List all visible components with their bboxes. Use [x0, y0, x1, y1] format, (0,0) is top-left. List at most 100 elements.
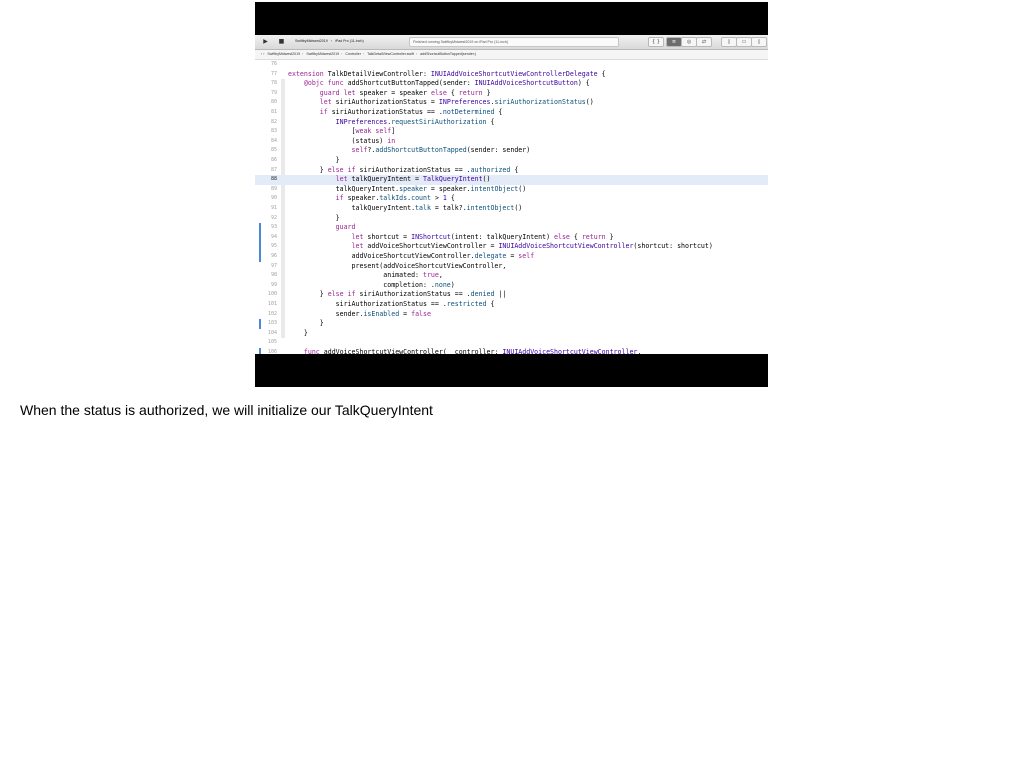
- line-number: 84: [270, 137, 277, 144]
- play-icon[interactable]: ▶: [261, 37, 270, 46]
- code-line[interactable]: 85 self?.addShortcutButtonTapped(sender:…: [255, 146, 768, 156]
- source-editor[interactable]: 76 77 extension TalkDetailViewController: …: [255, 60, 768, 354]
- code-line[interactable]: 106 func addVoiceShortcutViewController(…: [255, 348, 768, 354]
- line-number: 81: [270, 109, 277, 115]
- code-line[interactable]: 83 [weak self]: [255, 127, 768, 137]
- code-line[interactable]: 79 guard let speaker = speaker else { re…: [255, 89, 768, 99]
- code-line[interactable]: 84 (status) in: [255, 137, 768, 147]
- code-text: addVoiceShortcutViewController.delegate …: [288, 252, 535, 260]
- inspector-toggle-icon[interactable]: ▯: [751, 37, 767, 47]
- line-number: 98: [270, 272, 277, 279]
- slide-frame: ▶ ■ SwiftbyMidwest2019 › iPad Pro (11-inch…: [255, 2, 768, 387]
- line-number: 91: [270, 205, 277, 211]
- code-text: present(addVoiceShortcutViewController,: [288, 261, 507, 270]
- crumb-separator: ›: [341, 52, 343, 56]
- scheme-selector[interactable]: SwiftbyMidwest2019 › iPad Pro (11-inch): [295, 37, 405, 46]
- code-line[interactable]: 102 sender.isEnabled = false: [255, 310, 768, 320]
- code-text: guard: [335, 223, 356, 232]
- line-number: 104: [267, 329, 277, 336]
- activity-status: Finished running SwiftbyMidwest2019 on i…: [409, 37, 619, 47]
- debug-area-toggle-icon[interactable]: ▭: [736, 37, 752, 47]
- code-line[interactable]: 100 } else if siriAuthorizationStatus ==…: [255, 290, 768, 300]
- line-number: 80: [270, 99, 277, 106]
- xcode-toolbar: ▶ ■ SwiftbyMidwest2019 › iPad Pro (11-inch…: [255, 35, 768, 50]
- code-text: animated: true,: [288, 271, 443, 280]
- line-number: 79: [270, 89, 277, 96]
- code-text: talkQueryIntent.talk = talk?.intentObjec…: [288, 204, 523, 212]
- code-line[interactable]: 104 }: [255, 329, 768, 339]
- line-number: 89: [270, 185, 277, 192]
- code-line[interactable]: 87 } else if siriAuthorizationStatus == …: [255, 166, 768, 176]
- code-text: let talkQueryIntent = TalkQueryIntent(): [335, 175, 491, 184]
- code-line[interactable]: 78 @objc func addShortcutButtonTapped(se…: [255, 79, 768, 89]
- crumb-separator: ›: [362, 52, 365, 56]
- code-text: completion: .none): [288, 280, 455, 289]
- code-text: sender.isEnabled = false: [288, 309, 431, 318]
- library-icon[interactable]: { }: [648, 37, 664, 47]
- current-code-line[interactable]: 88 let talkQueryIntent = TalkQueryIntent…: [255, 175, 768, 185]
- code-text: if siriAuthorizationStatus == .notDeterm…: [319, 108, 503, 116]
- code-line[interactable]: 86 }: [255, 156, 768, 166]
- line-number: 82: [270, 118, 277, 125]
- code-text: (status) in: [288, 136, 396, 145]
- line-number: 100: [267, 291, 277, 298]
- line-number: 86: [270, 157, 277, 163]
- code-line[interactable]: 77 extension TalkDetailViewController: IN…: [255, 70, 768, 80]
- line-number: 88: [270, 176, 277, 183]
- code-text: let addVoiceShortcutViewController = INU…: [351, 242, 713, 251]
- line-number: 77: [270, 70, 277, 77]
- line-number: 76: [270, 61, 277, 67]
- code-line[interactable]: 81 if siriAuthorizationStatus == .notDet…: [255, 108, 768, 118]
- change-marker: [259, 319, 261, 329]
- code-line[interactable]: 93 guard: [255, 223, 768, 233]
- line-number: 78: [270, 80, 277, 87]
- line-number: 85: [270, 147, 277, 154]
- code-line[interactable]: 92 }: [255, 214, 768, 224]
- code-line[interactable]: 90 if speaker.talkIds.count > 1 {: [255, 194, 768, 204]
- code-text: siriAuthorizationStatus == .restricted {: [288, 300, 495, 308]
- stop-icon[interactable]: ■: [277, 37, 286, 46]
- jumpbar-crumb-folder[interactable]: Controller: [345, 52, 361, 56]
- code-text: }: [288, 328, 308, 337]
- line-number: 97: [270, 262, 277, 269]
- code-line[interactable]: 91 talkQueryIntent.talk = talk?.intentOb…: [255, 204, 768, 214]
- code-line[interactable]: 105: [255, 338, 768, 348]
- jump-bar: ‹ › SwiftbyMidwest2019 › SwiftbyMidwest20…: [255, 50, 768, 60]
- code-line[interactable]: 96 addVoiceShortcutViewController.delega…: [255, 252, 768, 262]
- scheme-separator: ›: [330, 39, 332, 43]
- code-text: } else if siriAuthorizationStatus == .de…: [288, 290, 507, 299]
- version-editor-icon[interactable]: ⇄: [696, 37, 712, 47]
- code-line[interactable]: 89 talkQueryIntent.speaker = speaker.int…: [255, 185, 768, 195]
- back-icon[interactable]: ‹ ›: [261, 52, 264, 56]
- code-text: guard let speaker = speaker else { retur…: [319, 88, 491, 97]
- jumpbar-crumb-project[interactable]: SwiftbyMidwest2019: [267, 52, 300, 56]
- line-number: 87: [270, 166, 277, 173]
- code-text: }: [288, 156, 340, 164]
- line-number: 102: [267, 310, 277, 317]
- code-line[interactable]: 94 let shortcut = INShortcut(intent: tal…: [255, 233, 768, 243]
- code-line[interactable]: 98 animated: true,: [255, 271, 768, 281]
- jumpbar-crumb-file[interactable]: TalkDetailViewController.swift: [367, 52, 414, 56]
- code-text: talkQueryIntent.speaker = speaker.intent…: [288, 184, 527, 193]
- code-line[interactable]: 76: [255, 60, 768, 70]
- code-text: self?.addShortcutButtonTapped(sender: se…: [351, 146, 531, 155]
- code-line[interactable]: 101 siriAuthorizationStatus == .restrict…: [255, 300, 768, 310]
- assistant-editor-icon[interactable]: ◎: [681, 37, 697, 47]
- crumb-separator: ›: [302, 52, 304, 56]
- navigator-toggle-icon[interactable]: ▯: [721, 37, 737, 47]
- code-line[interactable]: 82 INPreferences.requestSiriAuthorizatio…: [255, 118, 768, 128]
- code-line[interactable]: 97 present(addVoiceShortcutViewControlle…: [255, 262, 768, 272]
- standard-editor-icon[interactable]: ≡: [666, 37, 682, 47]
- change-marker: [259, 223, 261, 262]
- code-line[interactable]: 80 let siriAuthorizationStatus = INPrefe…: [255, 98, 768, 108]
- jumpbar-crumb-group[interactable]: SwiftbyMidwest2019: [306, 52, 339, 56]
- line-number: 99: [270, 281, 277, 288]
- code-line[interactable]: 103 }: [255, 319, 768, 329]
- line-number: 90: [270, 195, 277, 202]
- code-line[interactable]: 95 let addVoiceShortcutViewController = …: [255, 242, 768, 252]
- slide-caption: When the status is authorized, we will i…: [20, 402, 433, 418]
- line-number: 101: [267, 301, 277, 307]
- line-number: 105: [267, 339, 277, 346]
- code-line[interactable]: 99 completion: .none): [255, 281, 768, 291]
- jumpbar-crumb-symbol[interactable]: addShortcutButtonTapped(sender:): [420, 52, 476, 56]
